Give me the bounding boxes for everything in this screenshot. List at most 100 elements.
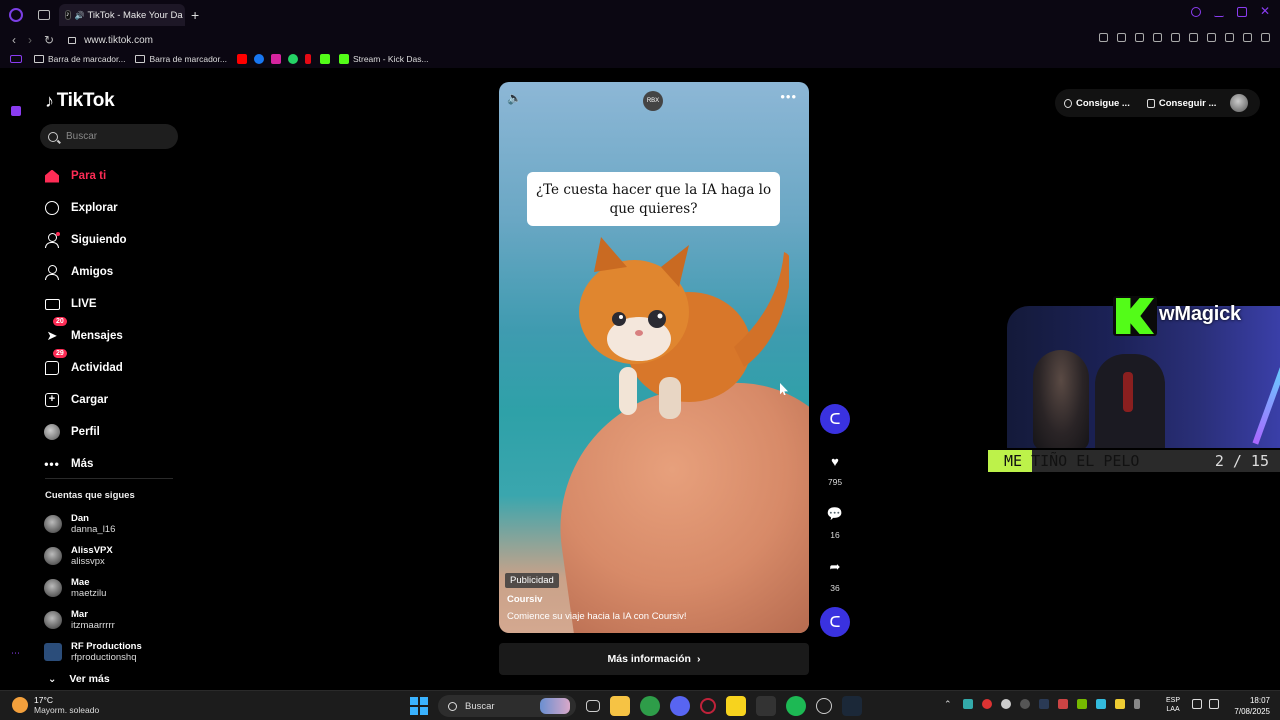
following-account[interactable]: Dan danna_l16: [44, 508, 184, 540]
following-account[interactable]: Mar itzmaarrrrr: [44, 604, 184, 636]
nav-item-perfil[interactable]: Perfil: [44, 416, 184, 448]
search-input[interactable]: Buscar: [40, 124, 178, 149]
bookmark-instagram[interactable]: [270, 54, 281, 64]
nav-item-amigos[interactable]: Amigos: [44, 256, 184, 288]
tray-steam-icon[interactable]: [1039, 699, 1049, 709]
discord-icon[interactable]: [670, 696, 690, 716]
tiktok-logo[interactable]: ♪ TikTok: [45, 90, 115, 112]
comment-icon[interactable]: 💬: [822, 501, 848, 527]
nav-item-siguiendo[interactable]: Siguiendo: [44, 224, 184, 256]
task-view-icon[interactable]: [586, 700, 600, 712]
camera-icon[interactable]: [1171, 33, 1180, 42]
sticky-notes-icon[interactable]: [726, 696, 746, 716]
heart-icon[interactable]: ♥: [822, 448, 848, 474]
bookmark-youtube[interactable]: [236, 54, 247, 64]
folder-icon: [34, 55, 44, 63]
file-explorer-icon[interactable]: [610, 696, 630, 716]
back-button[interactable]: ‹: [12, 33, 16, 47]
volume-icon[interactable]: 🔈: [507, 91, 522, 105]
tray-mic-icon[interactable]: [1134, 699, 1140, 709]
minimize-button[interactable]: [1214, 7, 1224, 17]
ad-author[interactable]: Coursiv: [507, 594, 542, 605]
chrome-icon[interactable]: [640, 696, 660, 716]
tray-app-icon[interactable]: [1096, 699, 1106, 709]
language-indicator[interactable]: ESP LAA: [1166, 696, 1180, 714]
rbx-badge[interactable]: RBX: [643, 91, 663, 111]
maximize-button[interactable]: [1237, 7, 1247, 17]
bookmark-folder[interactable]: Barra de marcador...: [135, 54, 227, 64]
see-more-button[interactable]: ⌄ Ver más: [48, 673, 110, 685]
following-account[interactable]: AlissVPX alissvpx: [44, 540, 184, 572]
get-app-button[interactable]: Conseguir ...: [1146, 98, 1216, 109]
more-info-button[interactable]: Más información ›: [499, 643, 809, 675]
like-action[interactable]: ♥ 795: [820, 448, 850, 488]
opera-icon[interactable]: [700, 698, 716, 714]
steam-icon[interactable]: [842, 696, 862, 716]
tray-app-icon[interactable]: [1115, 699, 1125, 709]
translate-icon[interactable]: [1153, 33, 1162, 42]
nav-item-explorar[interactable]: Explorar: [44, 192, 184, 224]
nav-item-live[interactable]: LIVE: [44, 288, 184, 320]
tray-record-icon[interactable]: [982, 699, 992, 709]
following-account[interactable]: Mae maetzilu: [44, 572, 184, 604]
weather-widget[interactable]: 17°C Mayorm. soleado: [12, 695, 99, 715]
reload-button[interactable]: ↻: [44, 33, 54, 47]
bookmark-kick[interactable]: [319, 54, 330, 64]
download-icon[interactable]: [1243, 33, 1252, 42]
tray-nvidia-icon[interactable]: [1077, 699, 1087, 709]
nav-item-mensajes[interactable]: ➤ 20 Mensajes: [44, 317, 184, 352]
tray-chevron-icon[interactable]: ⌃: [944, 699, 954, 709]
play-icon[interactable]: [1189, 33, 1198, 42]
nav-item-para-ti[interactable]: Para ti: [44, 160, 184, 192]
browser-tab-tiktok[interactable]: ♪ 🔊 TikTok - Make Your Da: [59, 4, 185, 26]
menu-icon[interactable]: [1261, 33, 1270, 42]
monitor-icon[interactable]: [1192, 699, 1202, 709]
shield-icon[interactable]: [1135, 33, 1144, 42]
creator-avatar[interactable]: ᑕ: [820, 404, 850, 434]
more-options-icon[interactable]: •••: [780, 89, 797, 104]
tray-app-icon[interactable]: [1020, 699, 1030, 709]
profile-avatar[interactable]: [1230, 94, 1249, 112]
opera-logo-icon[interactable]: [9, 8, 23, 22]
share-action[interactable]: ➦ 36: [820, 554, 850, 593]
speaker-icon[interactable]: [1209, 699, 1219, 709]
pin-icon[interactable]: [1099, 33, 1108, 42]
nav-item-mas[interactable]: ••• Más: [44, 448, 184, 480]
search-tabs-icon[interactable]: [1191, 7, 1201, 17]
heart-icon[interactable]: [1207, 33, 1216, 42]
sound-disc[interactable]: ᑕ: [820, 607, 850, 637]
forward-button[interactable]: ›: [28, 33, 32, 47]
tray-obs-icon[interactable]: [1001, 699, 1011, 709]
workspaces-icon[interactable]: [10, 55, 22, 63]
bookmark-whatsapp[interactable]: [287, 54, 298, 64]
get-coins-button[interactable]: Consigue ...: [1064, 98, 1130, 109]
bookmark-kick-dashboard[interactable]: Stream - Kick Das...: [338, 54, 429, 64]
more-icon[interactable]: ⋯: [11, 648, 20, 659]
spotify-icon[interactable]: [786, 696, 806, 716]
bookmark-folder[interactable]: Barra de marcador...: [34, 54, 125, 64]
taskbar-search[interactable]: Buscar: [438, 695, 576, 717]
share-icon[interactable]: ➦: [822, 554, 848, 580]
tray-app-icon[interactable]: [1058, 699, 1068, 709]
video-player[interactable]: 🔈 RBX ••• ¿Te cuesta hacer que la IA hag…: [499, 82, 809, 633]
following-account[interactable]: RF Productions rfproductionshq: [44, 636, 184, 668]
close-window-button[interactable]: ✕: [1260, 5, 1270, 17]
new-tab-button[interactable]: +: [191, 7, 199, 23]
app-icon[interactable]: [816, 698, 832, 714]
comment-action[interactable]: 💬 16: [820, 501, 850, 540]
windows-start-icon[interactable]: [410, 697, 428, 715]
lock-icon[interactable]: [68, 36, 77, 44]
bookmark-facebook[interactable]: [253, 54, 264, 64]
speaker-icon[interactable]: 🔊: [75, 11, 85, 20]
twitch-icon[interactable]: [11, 106, 21, 116]
nav-item-actividad[interactable]: 29 Actividad: [44, 349, 184, 384]
bookmark-netflix[interactable]: [304, 54, 311, 64]
tray-app-icon[interactable]: [963, 699, 973, 709]
wallet-icon[interactable]: [1225, 33, 1234, 42]
screenshot-icon[interactable]: [1117, 33, 1126, 42]
url-field[interactable]: www.tiktok.com: [84, 35, 153, 46]
nav-item-cargar[interactable]: + Cargar: [44, 384, 184, 416]
tab-manager-icon[interactable]: [38, 10, 50, 20]
terminal-icon[interactable]: [756, 696, 776, 716]
clock[interactable]: 18:07 7/08/2025: [1228, 695, 1270, 717]
